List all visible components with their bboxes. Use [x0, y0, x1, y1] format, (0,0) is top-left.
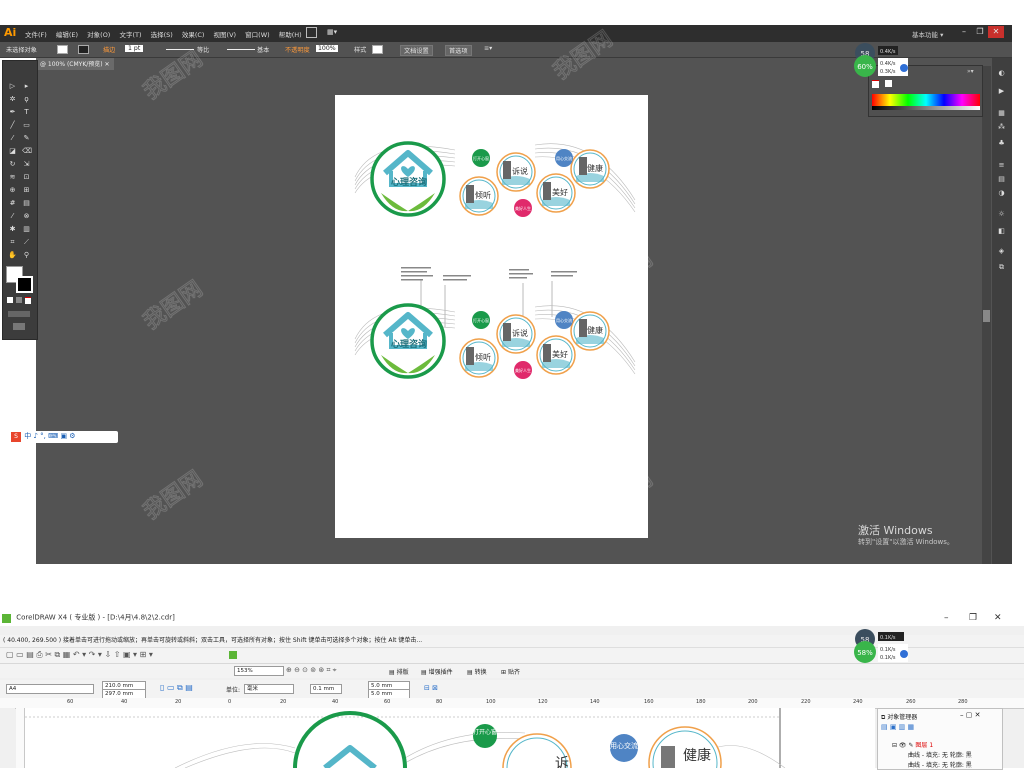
svg-text:我图网: 我图网 — [139, 47, 207, 105]
svg-text:我图网: 我图网 — [589, 467, 657, 525]
svg-text:我图网: 我图网 — [139, 467, 207, 525]
svg-text:我图网: 我图网 — [549, 27, 617, 85]
watermark-overlay: 我图网 我图网 我图网 我图网 我图网 我图网 — [139, 26, 658, 525]
svg-text:我图网: 我图网 — [589, 247, 657, 305]
svg-text:我图网: 我图网 — [139, 277, 207, 335]
